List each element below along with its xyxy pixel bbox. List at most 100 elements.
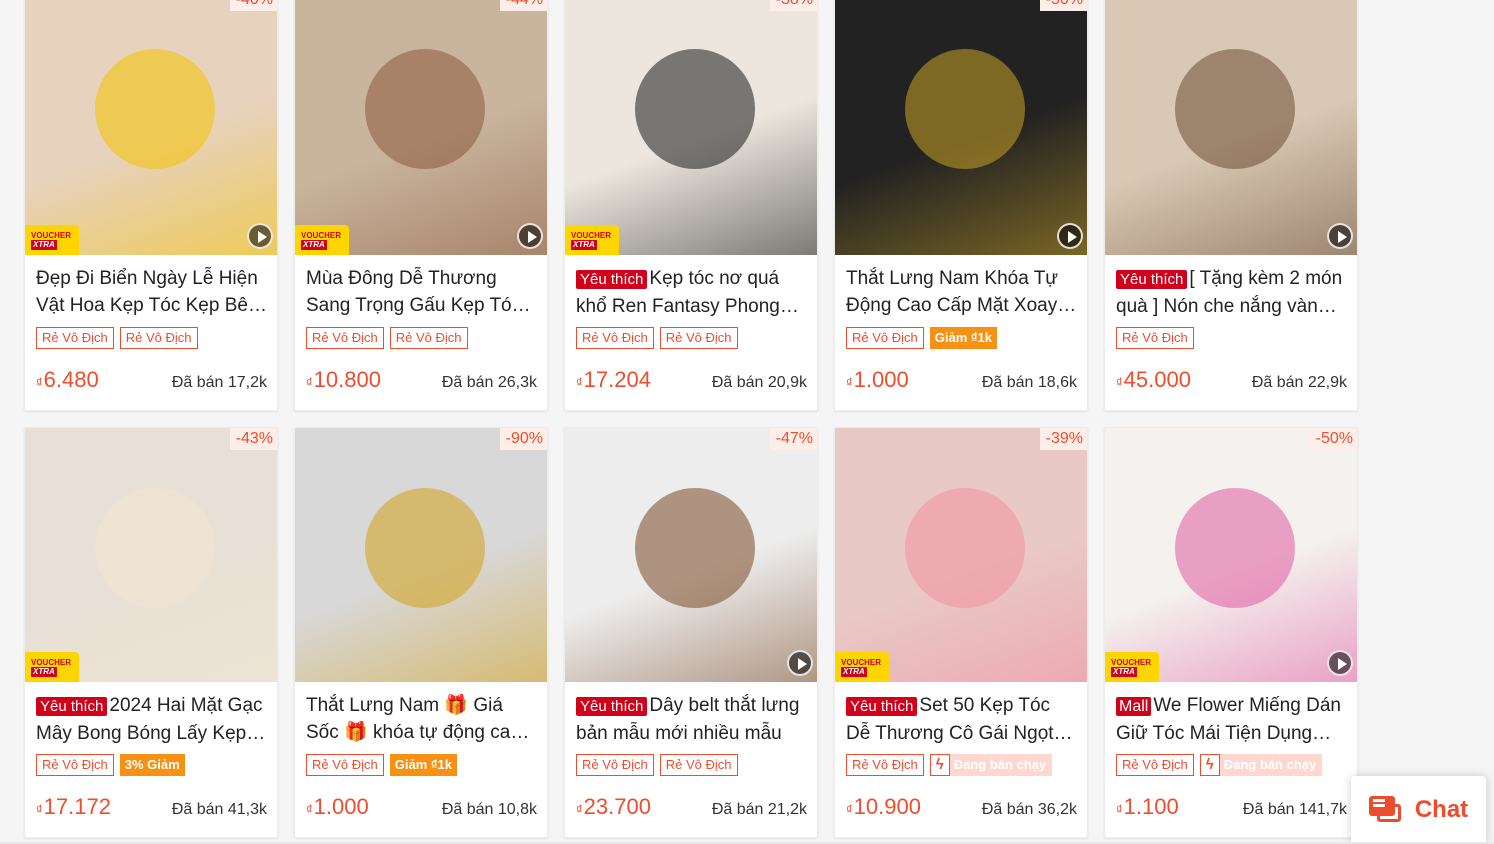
product-image[interactable]: -39% VOUCHER XTRA (835, 428, 1087, 682)
discount-promo-badge: Giảm ₫1k (929, 327, 998, 349)
currency-symbol: ₫ (36, 802, 43, 817)
product-grid: -40%VOUCHERXTRA Đẹp Đi Biển Ngày Lễ Hiện … (24, 0, 1358, 838)
product-card[interactable]: -50% VOUCHER XTRA Mall We Flower Miếng Dán G… (1104, 427, 1358, 838)
product-image[interactable]: -40% VOUCHERXTRA (25, 0, 277, 255)
price-row: ₫1.000 Đã bán 10,8k (306, 794, 537, 820)
favorite-shop-tag: Yêu thích (576, 697, 648, 716)
voucher-label: VOUCHER (841, 657, 882, 667)
price-row: ₫17.204 Đã bán 20,9k (576, 367, 807, 393)
sold-count: Đã bán 18,6k (981, 374, 1077, 391)
product-price: ₫1.100 (1116, 794, 1179, 820)
product-price: ₫45.000 (1116, 367, 1191, 393)
product-card[interactable]: -44% VOUCHERXTRA Mùa Đông Dễ Thương Sang T… (294, 0, 548, 411)
price-value: 45.000 (1123, 367, 1191, 392)
product-title[interactable]: Mall We Flower Miếng Dán Giữ Tóc Mái Tiện… (1116, 692, 1347, 746)
product-image[interactable]: -50% (835, 0, 1087, 255)
currency-symbol: ₫ (306, 802, 313, 817)
discount-promo-badge: 3% Giảm (119, 754, 185, 776)
play-video-icon[interactable] (517, 223, 543, 249)
xtra-label: XTRA (31, 239, 57, 250)
voucher-xtra-badge: VOUCHER XTRA (295, 225, 349, 255)
product-image[interactable]: -44% VOUCHERXTRA (295, 0, 547, 255)
cheapest-badge: Rẻ Vô Địch (119, 327, 198, 349)
product-price: ₫17.172 (36, 794, 111, 820)
product-title-text: Đẹp Đi Biển Ngày Lễ Hiện Vật Hoa Kẹp Tóc… (36, 268, 259, 316)
sold-count: Đã bán 21,2k (711, 801, 807, 818)
product-title[interactable]: Mùa Đông Dễ Thương Sang Trọng Gấu Kẹp Tó… (306, 265, 537, 319)
product-info: Yêu thích[ Tặng kèm 2 món quà ] Nón che … (1105, 255, 1357, 393)
price-row: ₫23.700 Đã bán 21,2k (576, 794, 807, 820)
voucher-xtra-badge: VOUCHER XTRA (25, 652, 79, 682)
product-image[interactable]: -50% VOUCHER XTRA (1105, 428, 1357, 682)
voucher-label: VOUCHER (1111, 657, 1152, 667)
product-title[interactable]: Đẹp Đi Biển Ngày Lễ Hiện Vật Hoa Kẹp Tóc… (36, 265, 267, 319)
product-title[interactable]: Yêu thích 2024 Hai Mặt Gạc Mây Bong Bóng … (36, 692, 267, 746)
product-photo-shape (635, 488, 755, 608)
product-info: Yêu thích Dây belt thắt lưng bản mẫu mới … (565, 682, 817, 820)
product-card[interactable]: -50% Thắt Lưng Nam Khóa Tự Động Cao Cấp M… (834, 0, 1088, 411)
product-price: ₫6.480 (36, 367, 99, 393)
product-info: Thắt Lưng Nam 🎁 Giá Sốc 🎁 khóa tự động c… (295, 682, 547, 820)
play-video-icon[interactable] (1327, 650, 1353, 676)
play-video-icon[interactable] (1327, 223, 1353, 249)
product-card[interactable]: -47% Yêu thích Dây belt thắt lưng bản mẫu … (564, 427, 818, 838)
best-seller-label: Đang bán chạy (953, 757, 1047, 772)
product-card[interactable]: Yêu thích[ Tặng kèm 2 món quà ] Nón che … (1104, 0, 1358, 411)
sold-count: Đã bán 141,7k (1242, 801, 1347, 818)
product-title[interactable]: Yêu thích Kẹp tóc nơ quá khổ Ren Fantasy … (576, 265, 807, 319)
product-image[interactable]: -38% VOUCHERXTRA (565, 0, 817, 255)
promo-badges: Rẻ Vô Địch Giảm ₫1k (306, 754, 537, 778)
currency-symbol: ₫ (36, 375, 43, 390)
play-video-icon[interactable] (787, 650, 813, 676)
product-photo-shape (365, 488, 485, 608)
product-title[interactable]: Thắt Lưng Nam 🎁 Giá Sốc 🎁 khóa tự động c… (306, 692, 537, 746)
product-card[interactable]: -38% VOUCHERXTRA Yêu thíchKẹp tóc nơ quá k… (564, 0, 818, 411)
promo-badges: Rẻ Vô Địch ϟ Đang bán chạy (1116, 754, 1347, 778)
product-card[interactable]: -43% VOUCHER XTRA Yêu thích 2024 Hai Mặt Gạc… (24, 427, 278, 838)
chat-button[interactable]: Chat (1351, 776, 1486, 844)
promo-badges: Rẻ Vô Địch Giảm ₫1k (846, 327, 1077, 351)
product-image[interactable]: -90% (295, 428, 547, 682)
voucher-label: VOUCHER (31, 657, 72, 667)
price-row: ₫1.000 Đã bán 18,6k (846, 367, 1077, 393)
product-title[interactable]: Yêu thích[ Tặng kèm 2 món quà ] Nón che … (1116, 265, 1347, 319)
chat-label: Chat (1414, 796, 1469, 823)
sold-count: Đã bán 10,8k (441, 801, 537, 818)
play-video-icon[interactable] (1057, 223, 1083, 249)
product-image[interactable]: -43% VOUCHER XTRA (25, 428, 277, 682)
product-title[interactable]: Thắt Lưng Nam Khóa Tự Động Cao Cấp Mặt X… (846, 265, 1077, 319)
product-price: ₫17.204 (576, 367, 651, 393)
product-image[interactable] (1105, 0, 1357, 255)
product-photo-shape (905, 49, 1025, 169)
product-image[interactable]: -47% (565, 428, 817, 682)
product-photo-shape (95, 49, 215, 169)
promo-badges: Rẻ Vô Địch Rẻ Vô Địch (36, 327, 267, 351)
currency-symbol: ₫ (306, 375, 313, 390)
favorite-shop-tag: Yêu thích (1116, 270, 1188, 289)
product-card[interactable]: -39% VOUCHER XTRA Yêu thích Set 50 Kẹp Tóc D… (834, 427, 1088, 838)
cheapest-badge: Rẻ Vô Địch (846, 327, 924, 349)
sold-count: Đã bán 20,9k (711, 374, 807, 391)
product-title-text: Thắt Lưng Nam Khóa Tự Động Cao Cấp Mặt X… (846, 268, 1059, 316)
currency-symbol: ₫ (576, 802, 583, 817)
price-row: ₫17.172 Đã bán 41,3k (36, 794, 267, 820)
product-photo-shape (1175, 488, 1295, 608)
product-card[interactable]: -40% VOUCHERXTRA Đẹp Đi Biển Ngày Lễ Hiện … (24, 0, 278, 411)
price-row: ₫1.100 Đã bán 141,7k (1116, 794, 1347, 820)
sold-count: Đã bán 41,3k (171, 801, 267, 818)
cheapest-badge: Rẻ Vô Địch (659, 327, 738, 349)
price-value: 6.480 (43, 367, 99, 392)
product-info: Yêu thích 2024 Hai Mặt Gạc Mây Bong Bóng … (25, 682, 277, 820)
play-video-icon[interactable] (247, 223, 273, 249)
product-card[interactable]: -90% Thắt Lưng Nam 🎁 Giá Sốc 🎁 khóa tự độ… (294, 427, 548, 838)
favorite-shop-tag: Yêu thích (36, 697, 108, 716)
product-photo-shape (905, 488, 1025, 608)
xtra-label: XTRA (1111, 666, 1137, 677)
product-title[interactable]: Yêu thích Dây belt thắt lưng bản mẫu mới … (576, 692, 807, 746)
product-title[interactable]: Yêu thích Set 50 Kẹp Tóc Dễ Thương Cô Gái… (846, 692, 1077, 746)
discount-badge: -39% (1039, 428, 1087, 450)
sold-count: Đã bán 22,9k (1251, 374, 1347, 391)
product-info: Yêu thích Set 50 Kẹp Tóc Dễ Thương Cô Gái… (835, 682, 1087, 820)
promo-badges: Rẻ Vô Địch Rẻ Vô Địch (576, 327, 807, 351)
xtra-label: XTRA (571, 239, 597, 250)
